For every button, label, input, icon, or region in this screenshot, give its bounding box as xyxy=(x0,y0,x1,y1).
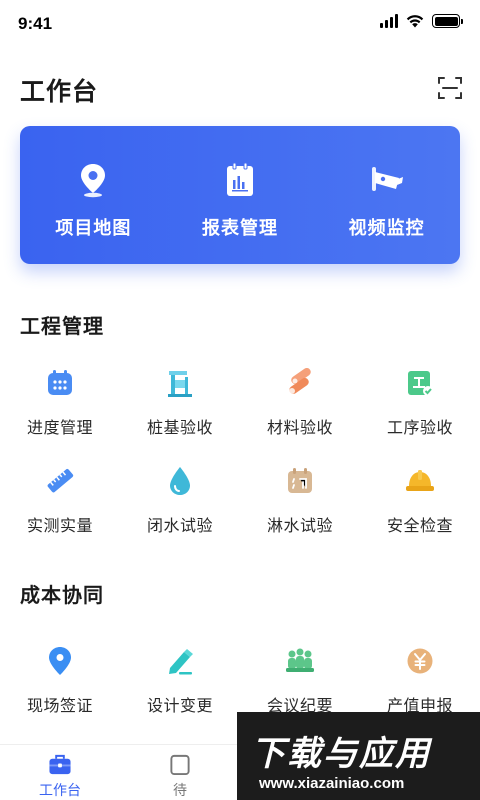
yuan-coin-icon xyxy=(403,644,437,678)
tab-todo[interactable]: 待 xyxy=(120,745,240,800)
water-drop-icon xyxy=(163,464,197,498)
status-time: 9:41 xyxy=(18,14,53,33)
location-pin-icon xyxy=(73,160,113,200)
watermark-url: www.xiazainiao.com xyxy=(259,775,405,792)
scan-icon[interactable] xyxy=(436,74,464,102)
process-check-icon xyxy=(403,366,437,400)
calendar-icon xyxy=(43,366,77,400)
signal-icon xyxy=(380,14,398,28)
tab-workbench-label: 工作台 xyxy=(39,783,81,799)
video-monitoring-label: 视频监控 xyxy=(348,218,425,239)
quick-actions-card: 项目地图 报表管理 视频监控 xyxy=(20,126,460,264)
status-icons xyxy=(380,14,463,28)
actual-measurement-label: 实测实量 xyxy=(26,516,93,535)
tab-todo-label: 待 xyxy=(173,783,187,799)
report-management-label: 报表管理 xyxy=(202,218,278,239)
section-title-engineering: 工程管理 xyxy=(20,314,104,338)
actual-measurement-button[interactable]: 实测实量 xyxy=(0,454,120,552)
design-change-button[interactable]: 设计变更 xyxy=(120,634,240,732)
rain-test-button[interactable]: 淋水试验 xyxy=(240,454,360,552)
security-camera-icon xyxy=(367,160,407,200)
process-acceptance-button[interactable]: 工序验收 xyxy=(360,356,480,454)
site-visa-button[interactable]: 现场签证 xyxy=(0,634,120,732)
report-management-button[interactable]: 报表管理 xyxy=(167,126,314,264)
design-pen-icon xyxy=(163,644,197,678)
project-map-label: 项目地图 xyxy=(55,218,132,239)
meeting-people-icon xyxy=(283,644,317,678)
safety-inspection-button[interactable]: 安全检查 xyxy=(360,454,480,552)
progress-management-label: 进度管理 xyxy=(26,418,93,437)
todo-icon xyxy=(170,754,190,776)
pile-acceptance-label: 桩基验收 xyxy=(146,418,213,437)
watermark-banner: 下载与应用 www.xiazainiao.com xyxy=(237,712,480,800)
material-acceptance-label: 材料验收 xyxy=(266,418,333,437)
site-visa-label: 现场签证 xyxy=(26,696,93,715)
rain-test-label: 淋水试验 xyxy=(266,516,333,535)
page-title: 工作台 xyxy=(20,77,99,106)
battery-icon xyxy=(432,14,463,28)
briefcase-icon xyxy=(49,754,71,775)
rain-test-icon xyxy=(283,464,317,498)
closed-water-test-button[interactable]: 闭水试验 xyxy=(120,454,240,552)
header: 工作台 xyxy=(0,60,480,116)
status-bar: 9:41 xyxy=(0,0,480,48)
project-map-button[interactable]: 项目地图 xyxy=(20,126,167,264)
location-pin-icon xyxy=(43,644,77,678)
ruler-icon xyxy=(43,464,77,498)
report-clipboard-icon xyxy=(220,160,260,200)
design-change-label: 设计变更 xyxy=(146,696,213,715)
closed-water-test-label: 闭水试验 xyxy=(146,516,213,535)
video-monitoring-button[interactable]: 视频监控 xyxy=(313,126,460,264)
safety-helmet-icon xyxy=(403,464,437,498)
material-pipes-icon xyxy=(283,366,317,400)
section-title-cost: 成本协同 xyxy=(20,583,104,607)
process-acceptance-label: 工序验收 xyxy=(386,418,453,437)
tab-workbench[interactable]: 工作台 xyxy=(0,745,120,800)
pile-acceptance-button[interactable]: 桩基验收 xyxy=(120,356,240,454)
safety-inspection-label: 安全检查 xyxy=(386,516,453,535)
pile-driver-icon xyxy=(163,366,197,400)
engineering-grid: 进度管理 桩基验收 材料验收 工序验收 实测实量 闭水试验 淋水试验 安全检查 xyxy=(0,356,480,552)
wifi-icon xyxy=(406,15,424,28)
watermark-title: 下载与应用 xyxy=(251,734,431,774)
material-acceptance-button[interactable]: 材料验收 xyxy=(240,356,360,454)
progress-management-button[interactable]: 进度管理 xyxy=(0,356,120,454)
